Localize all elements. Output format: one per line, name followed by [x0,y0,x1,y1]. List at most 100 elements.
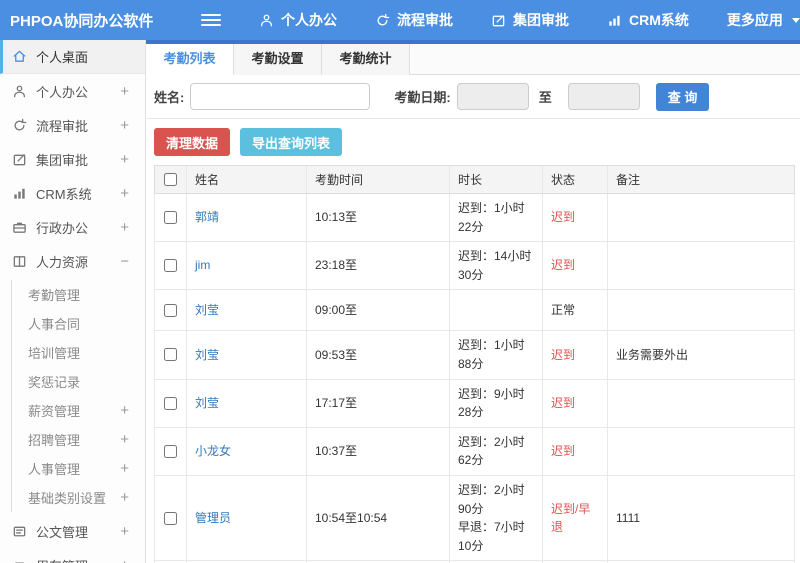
row-checkbox[interactable] [164,211,177,225]
date-from-input[interactable] [456,83,529,110]
sidebar-item-label: 个人办公 [36,84,89,100]
submenu-item-training-management[interactable]: 培训管理 [12,338,145,367]
sidebar-item-document-management[interactable]: 公文管理 + [0,514,145,548]
select-all-checkbox[interactable] [164,173,177,186]
submenu-item-label: 人事管理 [28,462,81,477]
sidebar-item-label: 行政办公 [36,220,89,236]
submenu-item-personnel-management[interactable]: 人事管理 + [12,454,145,483]
topnav-crm-system[interactable]: CRM系统 [607,10,689,30]
edit-icon [492,14,505,26]
bar-chart-icon [14,188,25,199]
checkbox-cell [155,242,187,290]
duration-cell [450,290,543,331]
sidebar-item-label: 个人桌面 [36,50,89,65]
sidebar-item-group-approval[interactable]: 集团审批 + [0,142,145,176]
clean-data-button[interactable]: 清理数据 [154,128,231,156]
sidebar-item-vehicle-management[interactable]: 用车管理 + [0,548,145,563]
employee-name-link[interactable]: jim [195,256,298,275]
row-checkbox[interactable] [164,396,177,410]
caret-down-icon [791,17,800,23]
home-icon [13,50,26,62]
submenu-item-label: 人事合同 [28,317,81,332]
time-cell: 09:53至 [307,331,450,379]
filter-bar: 姓名: 考勤日期: 至 查 询 [146,75,800,119]
topnav-personal-office[interactable]: 个人办公 [259,10,337,30]
sidebar-item-crm-system[interactable]: CRM系统 + [0,176,145,210]
export-list-button[interactable]: 导出查询列表 [240,128,343,156]
sidebar-item-admin-office[interactable]: 行政办公 + [0,210,145,244]
document-icon [13,526,26,536]
checkbox-cell [155,427,187,475]
row-checkbox[interactable] [164,444,177,458]
row-checkbox[interactable] [164,303,177,317]
briefcase-icon [13,222,26,233]
status-badge: 迟到 [551,444,576,459]
attendance-table: 姓名 考勤时间 时长 状态 备注 郭靖 10:13至 迟到：1小时22分 迟到 … [154,165,795,563]
sidebar-item-label: 流程审批 [36,118,89,134]
status-cell: 迟到 [543,242,608,290]
row-checkbox[interactable] [164,259,177,273]
hamburger-menu-icon[interactable] [201,11,221,29]
date-to-input[interactable] [567,83,640,110]
submenu-item-attendance-management[interactable]: 考勤管理 [12,280,145,309]
submenu-item-hr-contract[interactable]: 人事合同 [12,309,145,338]
sidebar-item-personal-office[interactable]: 个人办公 + [0,74,145,108]
name-input[interactable] [190,83,371,110]
note-cell [608,290,794,330]
name-cell: 刘莹 [187,290,307,331]
person-icon [260,14,273,26]
time-cell: 09:00至 [307,290,450,331]
note-cell [608,380,794,427]
submenu-item-label: 基础类别设置 [28,491,107,506]
flow-icon [14,118,27,130]
column-header-note: 备注 [616,173,641,187]
name-cell: 管理员 [187,475,307,561]
row-checkbox[interactable] [164,511,177,525]
employee-name-link[interactable]: 刘莹 [195,346,298,365]
tab-attendance-stats[interactable]: 考勤统计 [322,44,410,75]
table-row: 郭靖 10:13至 迟到：1小时22分 迟到 [154,194,795,243]
row-checkbox[interactable] [164,348,177,362]
expand-indicator: + [120,522,129,540]
name-cell: 郭靖 [187,194,307,242]
date-label: 考勤日期: [394,90,451,105]
note-cell [608,242,794,289]
sidebar-item-personal-desktop[interactable]: 个人桌面 [0,40,145,74]
sidebar-item-label: 集团审批 [36,152,89,168]
time-cell: 10:37至 [307,427,450,475]
duration-cell: 迟到：2小时62分 [450,427,543,475]
status-cell: 迟到 [543,427,608,475]
submenu-item-label: 奖惩记录 [28,375,81,390]
attendance-time: 09:53至 [315,347,358,362]
bar-chart-icon [609,15,620,26]
status-badge: 迟到 [551,347,576,362]
submenu-item-salary-management[interactable]: 薪资管理 + [12,396,145,425]
topnav-group-approval[interactable]: 集团审批 [491,10,569,30]
employee-name-link[interactable]: 小龙女 [195,442,298,461]
duration-line1: 迟到：9小时28分 [458,386,525,420]
topnav-workflow-approval[interactable]: 流程审批 [375,10,453,30]
submenu-item-base-category-settings[interactable]: 基础类别设置 + [12,483,145,512]
search-button[interactable]: 查 询 [655,82,710,111]
employee-name-link[interactable]: 刘莹 [195,394,298,413]
status-badge: 迟到 [551,395,576,410]
employee-name-link[interactable]: 管理员 [195,509,298,528]
status-badge: 迟到 [551,258,576,273]
sidebar-item-human-resources[interactable]: 人力资源 − [0,244,145,278]
sidebar-item-workflow-approval[interactable]: 流程审批 + [0,108,145,142]
employee-name-link[interactable]: 刘莹 [195,301,298,320]
select-all-cell [155,166,187,193]
status-badge: 正常 [551,303,576,318]
submenu-item-reward-punishment[interactable]: 奖惩记录 [12,367,145,396]
column-header-name: 姓名 [187,166,307,193]
table-row: jim 23:18至 迟到：14小时30分 迟到 [154,242,795,291]
tab-attendance-settings[interactable]: 考勤设置 [234,44,322,75]
submenu-item-recruit-management[interactable]: 招聘管理 + [12,425,145,454]
attendance-time: 10:54至10:54 [315,510,388,525]
note-cell [608,194,794,241]
topnav-more-apps[interactable]: 更多应用 [727,10,800,30]
employee-name-link[interactable]: 郭靖 [195,208,298,227]
tab-attendance-list[interactable]: 考勤列表 [146,44,234,75]
action-buttons: 清理数据 导出查询列表 [146,119,800,165]
submenu-item-label: 培训管理 [28,346,81,361]
